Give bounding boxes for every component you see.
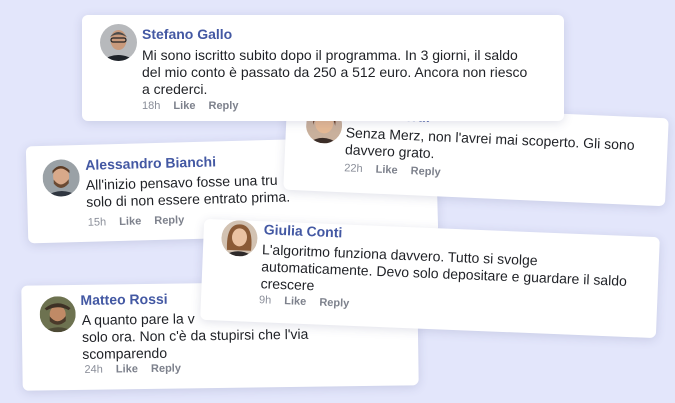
commenter-name[interactable]: Giulia Conti: [264, 221, 343, 240]
comment-card-stefano: Stefano Gallo Mi sono iscritto subito do…: [82, 15, 564, 121]
comment-meta: 9h Like Reply: [259, 294, 360, 310]
like-button[interactable]: Like: [116, 363, 138, 375]
like-button[interactable]: Like: [284, 295, 306, 308]
comment-meta: 24h Like Reply: [84, 362, 191, 376]
avatar[interactable]: [220, 219, 259, 258]
avatar[interactable]: [42, 158, 81, 197]
timestamp: 9h: [258, 294, 272, 307]
like-button[interactable]: Like: [119, 215, 141, 228]
reply-button[interactable]: Reply: [209, 100, 239, 112]
timestamp: 24h: [84, 363, 103, 376]
timestamp: 18h: [142, 100, 161, 112]
reply-button[interactable]: Reply: [319, 297, 349, 310]
timestamp: 22h: [343, 162, 363, 176]
like-button[interactable]: Like: [173, 100, 195, 112]
comment-text: All'inizio pensavo fosse una tru solo di…: [85, 171, 291, 210]
like-button[interactable]: Like: [375, 164, 398, 177]
avatar[interactable]: [100, 24, 137, 61]
avatar[interactable]: [39, 296, 76, 333]
commenter-name[interactable]: Alessandro Bianchi: [85, 153, 216, 172]
comment-card-giulia: Giulia Conti L'algoritmo funziona davver…: [200, 218, 660, 339]
comment-meta: 15h Like Reply: [88, 214, 195, 229]
commenter-name[interactable]: Stefano Gallo: [142, 26, 232, 42]
commenter-name[interactable]: Matteo Rossi: [80, 291, 167, 308]
reply-button[interactable]: Reply: [151, 363, 181, 375]
timestamp: 15h: [87, 216, 107, 229]
comment-meta: 22h Like Reply: [344, 162, 451, 179]
reply-button[interactable]: Reply: [410, 165, 440, 178]
reply-button[interactable]: Reply: [154, 214, 184, 227]
comment-meta: 18h Like Reply: [142, 100, 248, 112]
comment-text: Mi sono iscritto subito dopo il programm…: [142, 47, 528, 97]
